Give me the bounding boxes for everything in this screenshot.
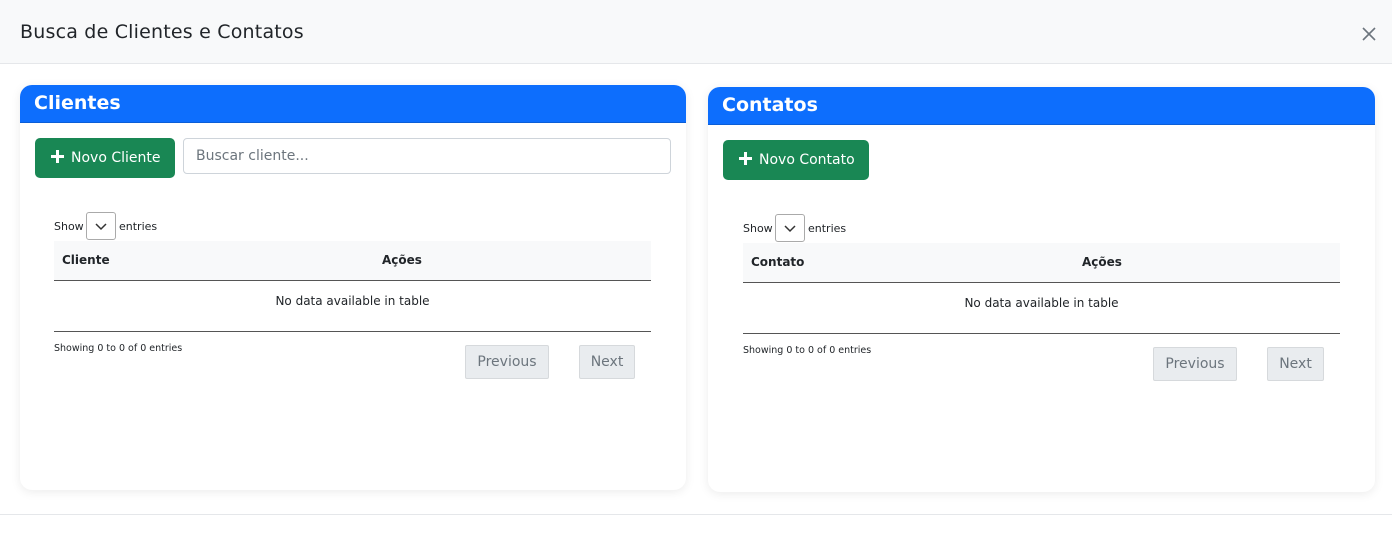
chevron-down-icon	[784, 225, 796, 233]
plus-icon	[739, 152, 752, 165]
clientes-card: Clientes Novo Cliente Show entries Clien…	[20, 85, 686, 490]
novo-cliente-button[interactable]: Novo Cliente	[35, 138, 175, 178]
contatos-empty-row: No data available in table	[743, 284, 1340, 334]
show-label: Show	[54, 220, 84, 233]
contatos-next-button[interactable]: Next	[1267, 347, 1324, 381]
entries-label: entries	[808, 222, 847, 235]
modal-footer-divider	[0, 514, 1392, 515]
clientes-length-control: Show entries	[54, 212, 254, 242]
contatos-card: Contatos Novo Contato Show entries Conta…	[708, 87, 1375, 492]
modal-title: Busca de Clientes e Contatos	[20, 21, 304, 43]
clientes-entries-select[interactable]	[86, 212, 116, 240]
close-button[interactable]	[1359, 24, 1379, 44]
novo-cliente-label: Novo Cliente	[71, 150, 161, 166]
clientes-previous-button[interactable]: Previous	[465, 345, 549, 379]
clientes-next-button[interactable]: Next	[579, 345, 635, 379]
novo-contato-label: Novo Contato	[759, 152, 855, 168]
buscar-cliente-input[interactable]	[183, 138, 671, 174]
contatos-length-control: Show entries	[743, 214, 943, 244]
contatos-card-title: Contatos	[708, 87, 1375, 125]
plus-icon	[51, 150, 64, 163]
chevron-down-icon	[95, 223, 107, 231]
clientes-table-header: Cliente Ações	[54, 241, 651, 281]
column-header-acoes[interactable]: Ações	[382, 241, 422, 279]
show-label: Show	[743, 222, 773, 235]
close-icon	[1362, 27, 1376, 41]
column-header-contato[interactable]: Contato	[751, 243, 804, 281]
clientes-empty-row: No data available in table	[54, 282, 651, 332]
contatos-previous-button[interactable]: Previous	[1153, 347, 1237, 381]
clientes-table-info: Showing 0 to 0 of 0 entries	[54, 343, 183, 354]
clientes-card-title: Clientes	[20, 85, 686, 123]
entries-label: entries	[119, 220, 158, 233]
contatos-table-header: Contato Ações	[743, 243, 1340, 283]
column-header-acoes[interactable]: Ações	[1082, 243, 1122, 281]
contatos-table-info: Showing 0 to 0 of 0 entries	[743, 345, 872, 356]
modal-header: Busca de Clientes e Contatos	[0, 0, 1392, 64]
novo-contato-button[interactable]: Novo Contato	[723, 140, 869, 180]
contatos-entries-select[interactable]	[775, 214, 805, 242]
column-header-cliente[interactable]: Cliente	[62, 241, 110, 279]
